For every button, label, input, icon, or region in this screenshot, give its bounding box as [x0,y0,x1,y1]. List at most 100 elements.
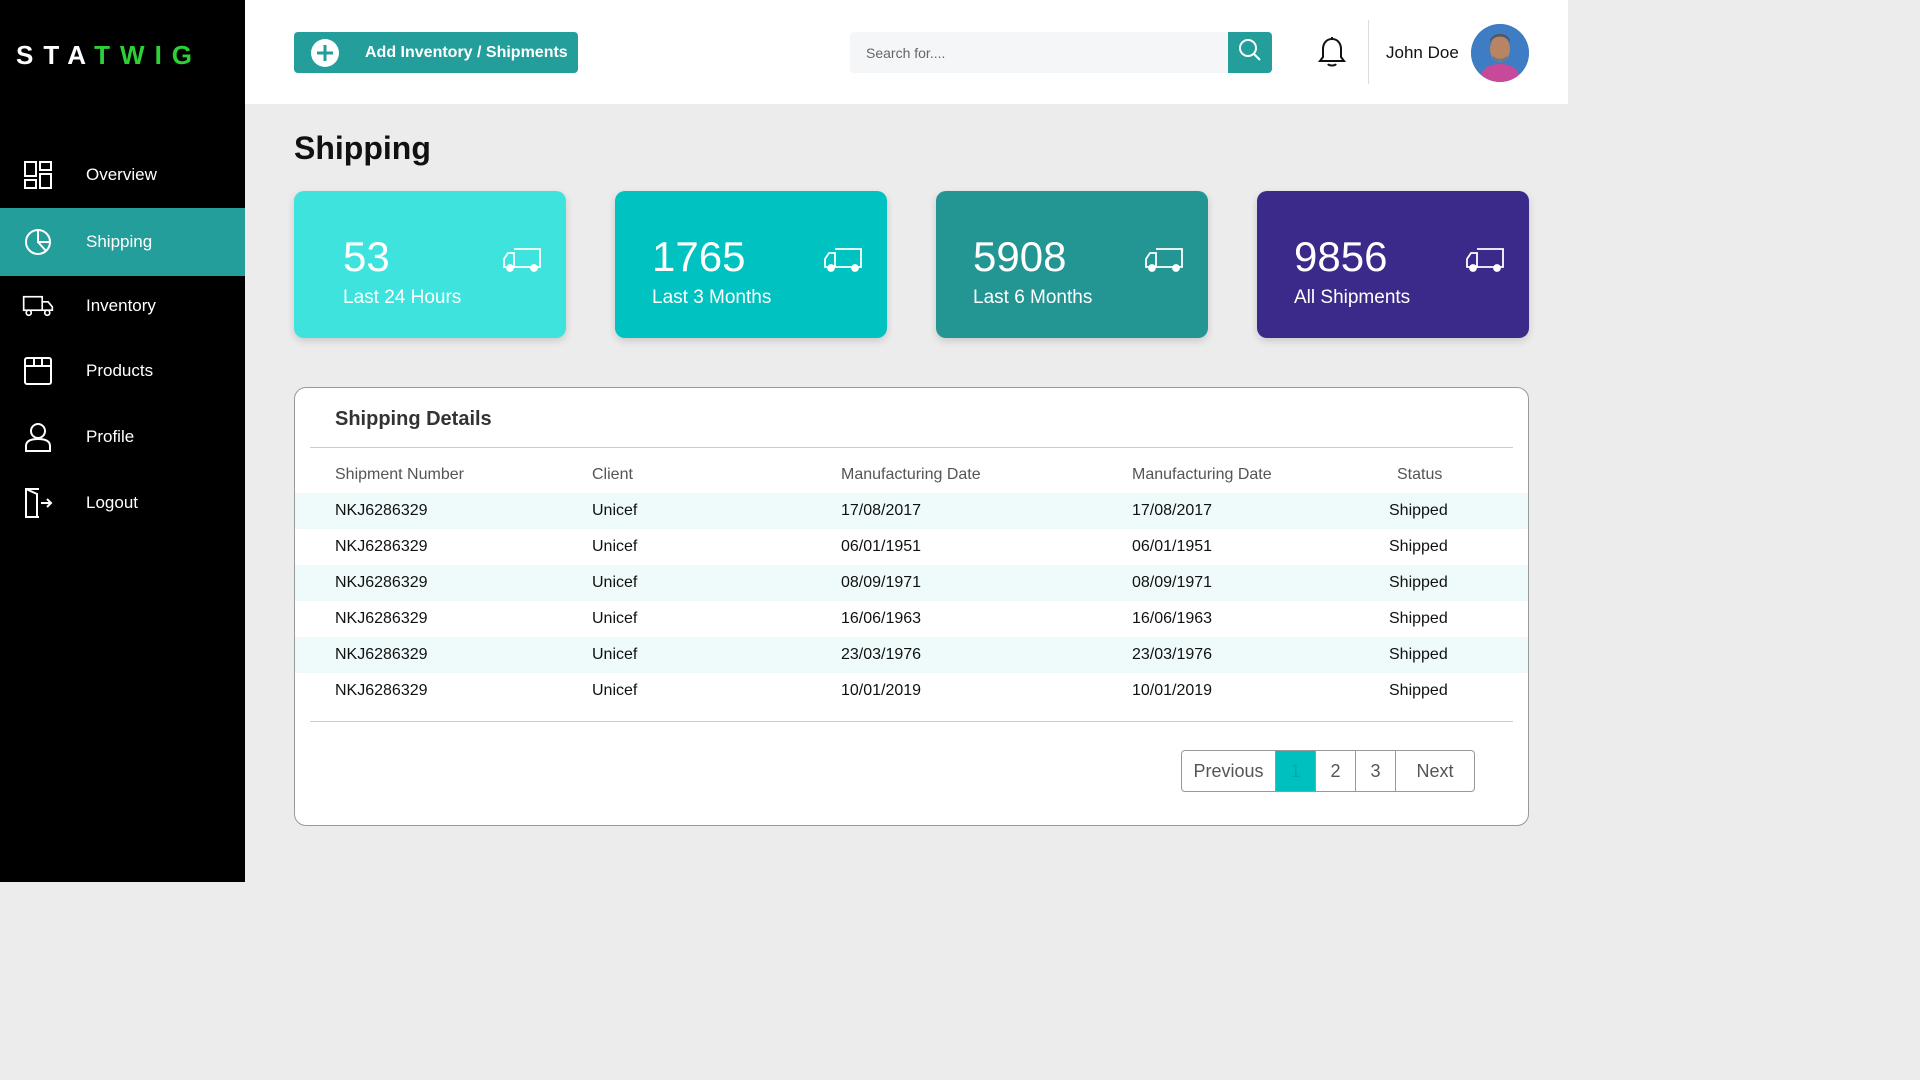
sidebar-item-label: Profile [86,427,135,446]
table-cell: NKJ6286329 [335,538,428,555]
search-icon [1238,38,1262,67]
table-cell: NKJ6286329 [335,682,428,699]
stat-value: 5908 [973,233,1067,280]
stat-card-all[interactable]: 9856 All Shipments [1257,191,1529,338]
add-inventory-button[interactable]: Add Inventory / Shipments [294,32,578,73]
page-button-1[interactable]: 1 [1276,751,1316,791]
table-cell: Unicef [592,538,638,555]
search-bar [850,32,1272,73]
table-cell: 23/03/1976 [841,646,922,663]
table-row[interactable]: NKJ6286329 Unicef 08/09/1971 08/09/1971 Ship… [295,565,1528,601]
sidebar-item-inventory[interactable]: Inventory [0,273,245,339]
table-row[interactable]: NKJ6286329 Unicef 23/03/1976 23/03/1976 Ship… [295,637,1528,673]
add-inventory-label: Add Inventory / Shipments [365,43,568,61]
column-header: Shipment Number [335,466,464,483]
sidebar-item-label: Inventory [86,296,156,315]
stat-label: Last 3 Months [652,287,772,308]
table-cell: Unicef [592,610,638,627]
table-cell: Unicef [592,646,638,663]
box-icon [22,355,54,387]
stat-value: 53 [343,233,390,280]
table-cell: 06/01/1951 [1132,538,1213,555]
table-cell: 17/08/2017 [841,502,922,519]
table-cell: Shipped [1389,574,1448,591]
truck-icon [823,247,863,273]
panel-title: Shipping Details [335,408,492,430]
divider [310,721,1513,722]
sidebar-item-label: Products [86,361,154,380]
next-button[interactable]: Next [1396,751,1474,791]
search-input[interactable] [850,32,1228,73]
table-cell: 08/09/1971 [841,574,922,591]
stat-value: 9856 [1294,233,1388,280]
sidebar-item-products[interactable]: Products [0,338,245,404]
stat-card-3m[interactable]: 1765 Last 3 Months [615,191,887,338]
stat-label: All Shipments [1294,287,1411,308]
table-cell: Shipped [1389,646,1448,663]
user-icon [22,421,54,453]
table-cell: Unicef [592,502,638,519]
table-cell: NKJ6286329 [335,502,428,519]
truck-icon [502,247,542,273]
avatar[interactable] [1471,24,1529,82]
stat-value: 1765 [652,233,746,280]
stat-label: Last 24 Hours [343,287,462,308]
pie-chart-icon [22,226,54,258]
table-cell: Shipped [1389,610,1448,627]
stat-card-6m[interactable]: 5908 Last 6 Months [936,191,1208,338]
table-cell: Shipped [1389,538,1448,555]
sidebar-item-overview[interactable]: Overview [0,142,245,208]
table-row[interactable]: NKJ6286329 Unicef 17/08/2017 17/08/2017 Ship… [295,493,1528,529]
pagination: Previous 1 2 3 Next [1181,750,1475,792]
truck-icon [1465,247,1505,273]
stat-label: Last 6 Months [973,287,1093,308]
header-divider [1368,20,1369,84]
table-cell: 08/09/1971 [1132,574,1213,591]
sidebar-item-label: Logout [86,493,138,512]
sidebar-item-profile[interactable]: Profile [0,404,245,470]
top-header: Add Inventory / Shipments John Doe [245,0,1568,104]
sidebar: STATWIG Overview Shipping Inventory Prod… [0,0,245,882]
page-button-2[interactable]: 2 [1316,751,1356,791]
search-button[interactable] [1228,32,1272,73]
table-row[interactable]: NKJ6286329 Unicef 10/01/2019 10/01/2019 Ship… [295,673,1528,709]
table-cell: NKJ6286329 [335,610,428,627]
table-cell: 10/01/2019 [841,682,922,699]
page-button-3[interactable]: 3 [1356,751,1396,791]
table-cell: 10/01/2019 [1132,682,1213,699]
table-cell: Unicef [592,574,638,591]
bell-icon[interactable] [1318,36,1346,68]
previous-button[interactable]: Previous [1182,751,1276,791]
stat-card-24h[interactable]: 53 Last 24 Hours [294,191,566,338]
table-cell: 16/06/1963 [841,610,922,627]
table-cell: 06/01/1951 [841,538,922,555]
sidebar-item-logout[interactable]: Logout [0,470,245,536]
table-cell: 23/03/1976 [1132,646,1213,663]
table-cell: NKJ6286329 [335,646,428,663]
table-cell: Shipped [1389,502,1448,519]
user-name: John Doe [1386,43,1459,62]
column-header: Client [592,466,633,483]
grid-icon [22,159,54,191]
table-row[interactable]: NKJ6286329 Unicef 06/01/1951 06/01/1951 Ship… [295,529,1528,565]
sidebar-item-label: Overview [86,165,157,184]
table-cell: 16/06/1963 [1132,610,1213,627]
table-cell: NKJ6286329 [335,574,428,591]
column-header: Status [1397,466,1443,483]
table-cell: Unicef [592,682,638,699]
table-row[interactable]: NKJ6286329 Unicef 16/06/1963 16/06/1963 Ship… [295,601,1528,637]
sidebar-item-shipping[interactable]: Shipping [0,208,245,276]
logo: STATWIG [16,40,203,70]
truck-icon [1144,247,1184,273]
divider [310,447,1513,448]
page-title: Shipping [294,130,431,166]
logout-icon [22,487,54,519]
truck-icon [22,290,54,322]
plus-circle-icon [310,38,340,68]
column-header: Manufacturing Date [841,466,981,483]
table-cell: Shipped [1389,682,1448,699]
shipping-details-panel: Shipping Details Shipment Number Client … [294,387,1529,826]
sidebar-item-label: Shipping [86,232,153,251]
table-cell: 17/08/2017 [1132,502,1213,519]
column-header: Manufacturing Date [1132,466,1272,483]
